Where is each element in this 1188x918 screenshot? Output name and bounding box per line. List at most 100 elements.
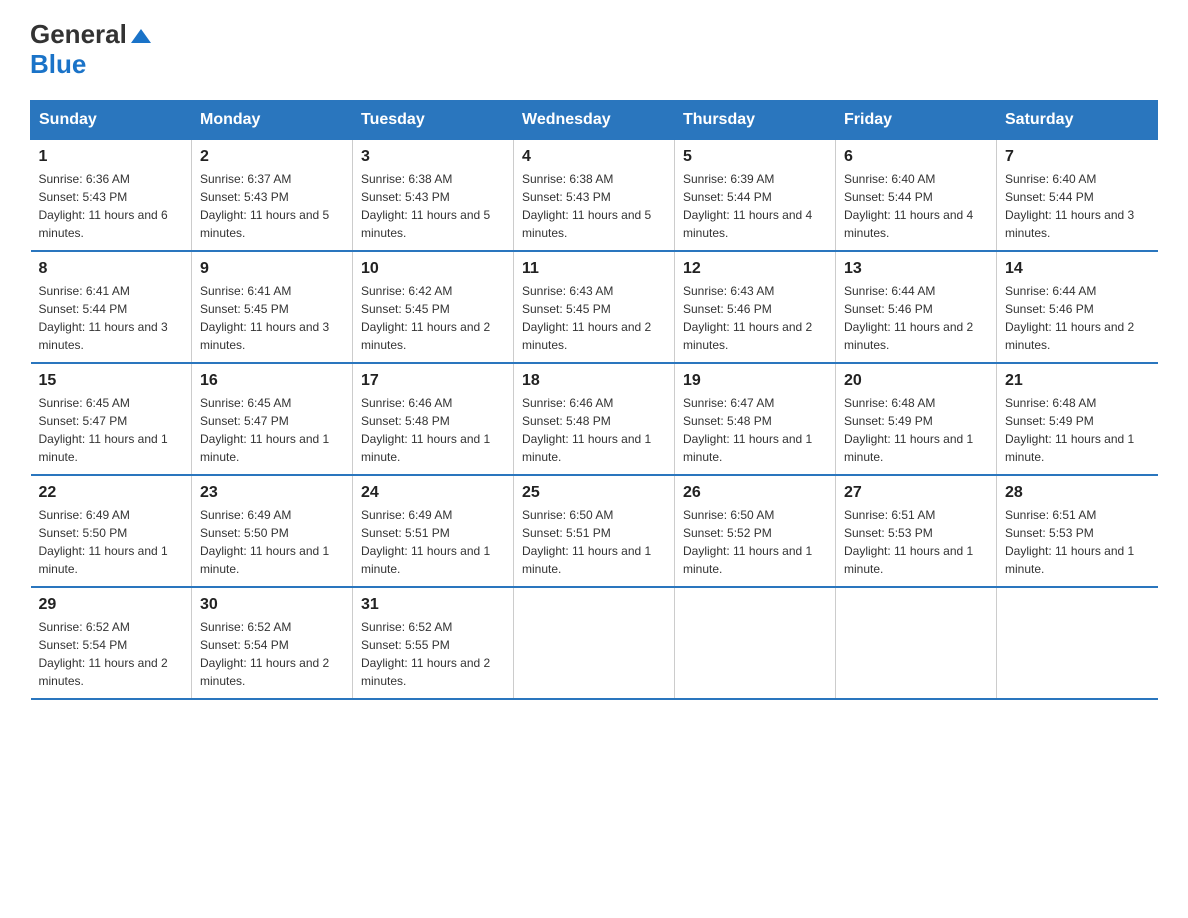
weekday-header-wednesday: Wednesday <box>514 100 675 139</box>
calendar-cell: 27 Sunrise: 6:51 AM Sunset: 5:53 PM Dayl… <box>836 475 997 587</box>
day-info: Sunrise: 6:40 AM Sunset: 5:44 PM Dayligh… <box>1005 170 1150 242</box>
day-number: 6 <box>844 148 988 166</box>
day-number: 12 <box>683 260 827 278</box>
day-number: 2 <box>200 148 344 166</box>
calendar-cell: 17 Sunrise: 6:46 AM Sunset: 5:48 PM Dayl… <box>353 363 514 475</box>
weekday-header-row: SundayMondayTuesdayWednesdayThursdayFrid… <box>31 100 1158 139</box>
week-row-2: 8 Sunrise: 6:41 AM Sunset: 5:44 PM Dayli… <box>31 251 1158 363</box>
calendar-cell: 30 Sunrise: 6:52 AM Sunset: 5:54 PM Dayl… <box>192 587 353 699</box>
weekday-header-saturday: Saturday <box>997 100 1158 139</box>
day-info: Sunrise: 6:49 AM Sunset: 5:51 PM Dayligh… <box>361 506 505 578</box>
day-info: Sunrise: 6:36 AM Sunset: 5:43 PM Dayligh… <box>39 170 184 242</box>
day-number: 24 <box>361 484 505 502</box>
weekday-header-tuesday: Tuesday <box>353 100 514 139</box>
logo-wordmark: General Blue <box>30 20 151 80</box>
day-info: Sunrise: 6:50 AM Sunset: 5:52 PM Dayligh… <box>683 506 827 578</box>
day-number: 15 <box>39 372 184 390</box>
day-number: 16 <box>200 372 344 390</box>
day-info: Sunrise: 6:51 AM Sunset: 5:53 PM Dayligh… <box>1005 506 1150 578</box>
day-number: 5 <box>683 148 827 166</box>
day-info: Sunrise: 6:52 AM Sunset: 5:55 PM Dayligh… <box>361 618 505 690</box>
calendar-cell <box>997 587 1158 699</box>
day-info: Sunrise: 6:41 AM Sunset: 5:45 PM Dayligh… <box>200 282 344 354</box>
day-info: Sunrise: 6:37 AM Sunset: 5:43 PM Dayligh… <box>200 170 344 242</box>
day-number: 4 <box>522 148 666 166</box>
day-number: 20 <box>844 372 988 390</box>
calendar-cell <box>836 587 997 699</box>
day-info: Sunrise: 6:43 AM Sunset: 5:46 PM Dayligh… <box>683 282 827 354</box>
weekday-header-sunday: Sunday <box>31 100 192 139</box>
calendar-table: SundayMondayTuesdayWednesdayThursdayFrid… <box>30 100 1158 700</box>
calendar-cell: 25 Sunrise: 6:50 AM Sunset: 5:51 PM Dayl… <box>514 475 675 587</box>
calendar-cell: 28 Sunrise: 6:51 AM Sunset: 5:53 PM Dayl… <box>997 475 1158 587</box>
day-info: Sunrise: 6:52 AM Sunset: 5:54 PM Dayligh… <box>39 618 184 690</box>
day-info: Sunrise: 6:44 AM Sunset: 5:46 PM Dayligh… <box>1005 282 1150 354</box>
day-info: Sunrise: 6:48 AM Sunset: 5:49 PM Dayligh… <box>844 394 988 466</box>
day-info: Sunrise: 6:52 AM Sunset: 5:54 PM Dayligh… <box>200 618 344 690</box>
calendar-cell: 4 Sunrise: 6:38 AM Sunset: 5:43 PM Dayli… <box>514 139 675 251</box>
calendar-cell: 20 Sunrise: 6:48 AM Sunset: 5:49 PM Dayl… <box>836 363 997 475</box>
day-info: Sunrise: 6:42 AM Sunset: 5:45 PM Dayligh… <box>361 282 505 354</box>
day-info: Sunrise: 6:38 AM Sunset: 5:43 PM Dayligh… <box>361 170 505 242</box>
day-number: 10 <box>361 260 505 278</box>
day-number: 17 <box>361 372 505 390</box>
day-info: Sunrise: 6:45 AM Sunset: 5:47 PM Dayligh… <box>200 394 344 466</box>
day-info: Sunrise: 6:51 AM Sunset: 5:53 PM Dayligh… <box>844 506 988 578</box>
weekday-header-thursday: Thursday <box>675 100 836 139</box>
day-number: 19 <box>683 372 827 390</box>
day-number: 21 <box>1005 372 1150 390</box>
calendar-cell: 5 Sunrise: 6:39 AM Sunset: 5:44 PM Dayli… <box>675 139 836 251</box>
calendar-cell: 3 Sunrise: 6:38 AM Sunset: 5:43 PM Dayli… <box>353 139 514 251</box>
calendar-cell: 1 Sunrise: 6:36 AM Sunset: 5:43 PM Dayli… <box>31 139 192 251</box>
calendar-cell: 29 Sunrise: 6:52 AM Sunset: 5:54 PM Dayl… <box>31 587 192 699</box>
calendar-cell: 2 Sunrise: 6:37 AM Sunset: 5:43 PM Dayli… <box>192 139 353 251</box>
calendar-cell: 14 Sunrise: 6:44 AM Sunset: 5:46 PM Dayl… <box>997 251 1158 363</box>
calendar-cell: 6 Sunrise: 6:40 AM Sunset: 5:44 PM Dayli… <box>836 139 997 251</box>
calendar-cell: 11 Sunrise: 6:43 AM Sunset: 5:45 PM Dayl… <box>514 251 675 363</box>
calendar-cell: 24 Sunrise: 6:49 AM Sunset: 5:51 PM Dayl… <box>353 475 514 587</box>
day-number: 13 <box>844 260 988 278</box>
day-number: 14 <box>1005 260 1150 278</box>
day-info: Sunrise: 6:38 AM Sunset: 5:43 PM Dayligh… <box>522 170 666 242</box>
day-info: Sunrise: 6:49 AM Sunset: 5:50 PM Dayligh… <box>39 506 184 578</box>
logo: General Blue <box>30 20 151 80</box>
weekday-header-monday: Monday <box>192 100 353 139</box>
day-info: Sunrise: 6:41 AM Sunset: 5:44 PM Dayligh… <box>39 282 184 354</box>
calendar-cell: 21 Sunrise: 6:48 AM Sunset: 5:49 PM Dayl… <box>997 363 1158 475</box>
week-row-1: 1 Sunrise: 6:36 AM Sunset: 5:43 PM Dayli… <box>31 139 1158 251</box>
day-info: Sunrise: 6:39 AM Sunset: 5:44 PM Dayligh… <box>683 170 827 242</box>
calendar-cell: 16 Sunrise: 6:45 AM Sunset: 5:47 PM Dayl… <box>192 363 353 475</box>
day-number: 8 <box>39 260 184 278</box>
day-number: 11 <box>522 260 666 278</box>
day-number: 1 <box>39 148 184 166</box>
page-header: General Blue <box>30 20 1158 80</box>
calendar-cell: 18 Sunrise: 6:46 AM Sunset: 5:48 PM Dayl… <box>514 363 675 475</box>
day-number: 9 <box>200 260 344 278</box>
week-row-4: 22 Sunrise: 6:49 AM Sunset: 5:50 PM Dayl… <box>31 475 1158 587</box>
day-number: 27 <box>844 484 988 502</box>
calendar-cell: 19 Sunrise: 6:47 AM Sunset: 5:48 PM Dayl… <box>675 363 836 475</box>
calendar-cell: 8 Sunrise: 6:41 AM Sunset: 5:44 PM Dayli… <box>31 251 192 363</box>
day-info: Sunrise: 6:49 AM Sunset: 5:50 PM Dayligh… <box>200 506 344 578</box>
day-info: Sunrise: 6:43 AM Sunset: 5:45 PM Dayligh… <box>522 282 666 354</box>
day-info: Sunrise: 6:44 AM Sunset: 5:46 PM Dayligh… <box>844 282 988 354</box>
weekday-header-friday: Friday <box>836 100 997 139</box>
day-info: Sunrise: 6:46 AM Sunset: 5:48 PM Dayligh… <box>361 394 505 466</box>
day-number: 30 <box>200 596 344 614</box>
day-info: Sunrise: 6:48 AM Sunset: 5:49 PM Dayligh… <box>1005 394 1150 466</box>
calendar-cell: 12 Sunrise: 6:43 AM Sunset: 5:46 PM Dayl… <box>675 251 836 363</box>
day-number: 18 <box>522 372 666 390</box>
day-info: Sunrise: 6:40 AM Sunset: 5:44 PM Dayligh… <box>844 170 988 242</box>
calendar-cell: 22 Sunrise: 6:49 AM Sunset: 5:50 PM Dayl… <box>31 475 192 587</box>
calendar-cell: 15 Sunrise: 6:45 AM Sunset: 5:47 PM Dayl… <box>31 363 192 475</box>
day-number: 29 <box>39 596 184 614</box>
day-number: 25 <box>522 484 666 502</box>
day-number: 28 <box>1005 484 1150 502</box>
day-number: 7 <box>1005 148 1150 166</box>
calendar-cell: 7 Sunrise: 6:40 AM Sunset: 5:44 PM Dayli… <box>997 139 1158 251</box>
day-number: 3 <box>361 148 505 166</box>
week-row-3: 15 Sunrise: 6:45 AM Sunset: 5:47 PM Dayl… <box>31 363 1158 475</box>
day-info: Sunrise: 6:45 AM Sunset: 5:47 PM Dayligh… <box>39 394 184 466</box>
calendar-cell: 13 Sunrise: 6:44 AM Sunset: 5:46 PM Dayl… <box>836 251 997 363</box>
day-info: Sunrise: 6:46 AM Sunset: 5:48 PM Dayligh… <box>522 394 666 466</box>
